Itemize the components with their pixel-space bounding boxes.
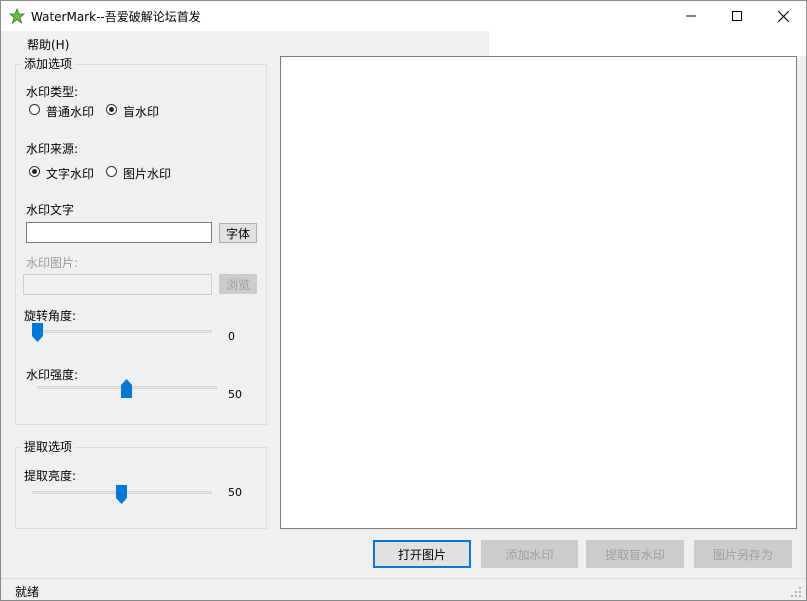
- maximize-icon: [732, 11, 742, 21]
- window-title: WaterMark--吾爱破解论坛首发: [31, 10, 201, 24]
- watermark-type-label: 水印类型:: [26, 85, 79, 99]
- rotation-label: 旋转角度:: [24, 309, 77, 323]
- brightness-value: 50: [228, 486, 242, 499]
- extract-blind-watermark-button[interactable]: 提取盲水印: [586, 540, 684, 568]
- open-image-button[interactable]: 打开图片: [373, 540, 471, 568]
- app-window: WaterMark--吾爱破解论坛首发 帮助(H) 添加选项 水印类型: 普通水…: [0, 0, 807, 601]
- source-image-label[interactable]: 图片水印: [123, 165, 171, 182]
- type-normal-radio[interactable]: [29, 104, 40, 115]
- minimize-icon: [686, 15, 696, 17]
- menu-help[interactable]: 帮助(H): [27, 36, 69, 53]
- extract-options-legend: 提取选项: [24, 440, 73, 454]
- resize-grip-icon[interactable]: [790, 586, 802, 598]
- rotation-slider-track[interactable]: [32, 330, 212, 333]
- close-button[interactable]: [760, 1, 806, 31]
- app-logo-icon: [9, 8, 25, 24]
- browse-button[interactable]: 浏览: [219, 274, 257, 294]
- brightness-slider-thumb[interactable]: [116, 485, 127, 504]
- extract-options-group: 提取选项: [15, 441, 267, 529]
- rotation-value: 0: [228, 330, 235, 343]
- maximize-button[interactable]: [714, 1, 760, 31]
- watermark-text-input[interactable]: [26, 222, 212, 243]
- strength-value: 50: [228, 388, 242, 401]
- type-blind-radio[interactable]: [106, 104, 117, 115]
- close-icon: [777, 10, 789, 22]
- status-bar: 就绪: [1, 578, 806, 600]
- watermark-text-label: 水印文字: [26, 203, 75, 217]
- type-blind-label[interactable]: 盲水印: [123, 103, 159, 120]
- strength-slider-thumb[interactable]: [121, 379, 132, 398]
- image-preview-area[interactable]: [280, 56, 797, 529]
- rotation-slider-thumb[interactable]: [32, 323, 43, 342]
- menu-bar: 帮助(H): [1, 31, 489, 54]
- add-watermark-button[interactable]: 添加水印: [481, 540, 578, 568]
- source-text-radio[interactable]: [29, 166, 40, 177]
- minimize-button[interactable]: [668, 1, 714, 31]
- title-bar[interactable]: WaterMark--吾爱破解论坛首发: [1, 1, 806, 31]
- top-strip: [489, 31, 806, 56]
- type-normal-label[interactable]: 普通水印: [46, 103, 94, 120]
- status-text: 就绪: [15, 585, 40, 599]
- watermark-image-label: 水印图片:: [26, 256, 79, 270]
- brightness-label: 提取亮度:: [24, 469, 77, 483]
- add-options-legend: 添加选项: [24, 57, 73, 71]
- source-text-label[interactable]: 文字水印: [46, 165, 94, 182]
- watermark-source-label: 水印来源:: [26, 142, 79, 156]
- strength-label: 水印强度:: [26, 368, 79, 382]
- font-button[interactable]: 字体: [219, 223, 257, 243]
- watermark-image-input[interactable]: [23, 274, 212, 295]
- source-image-radio[interactable]: [106, 166, 117, 177]
- save-image-as-button[interactable]: 图片另存为: [694, 540, 792, 568]
